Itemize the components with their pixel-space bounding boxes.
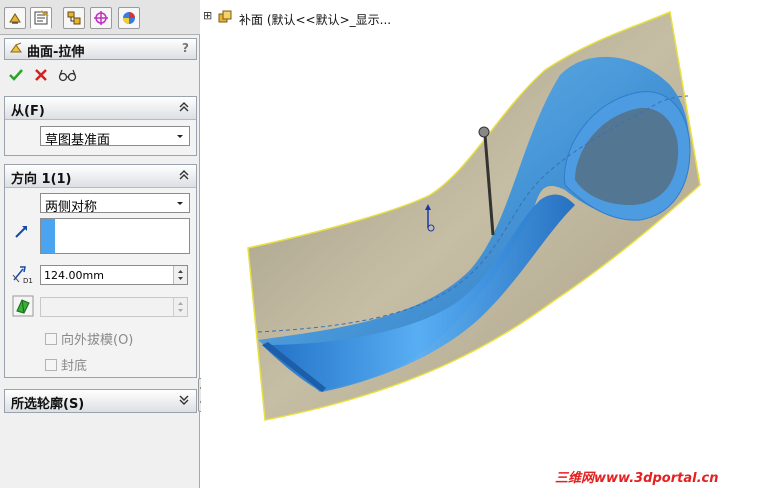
from-section-header[interactable]: 从(F) [5,97,196,120]
draft-angle-spinner[interactable] [173,298,187,316]
graphics-viewport[interactable]: ⊞ 补面 (默认<<默认>_显示... 三维网www.3dportal.cn [201,0,765,488]
end-condition-value: 两侧对称 [45,200,98,215]
configuration-manager-tab[interactable] [63,7,85,29]
chevron-down-icon [177,202,183,205]
action-buttons [6,66,86,86]
ok-check-icon[interactable] [8,67,24,83]
watermark-logo: 三维网www.3dportal.cn [555,471,719,486]
draft-icon[interactable] [12,295,34,317]
cap-end-label: 封底 [61,359,88,374]
dimxpert-tab[interactable] [90,7,112,29]
checkbox-box[interactable] [45,359,57,371]
direction-reference-box[interactable] [40,218,190,254]
svg-text:D1: D1 [23,277,33,285]
collapse-chevron-icon[interactable] [179,170,189,180]
help-button[interactable]: ? [182,41,189,55]
end-condition-dropdown[interactable]: 两侧对称 [40,193,190,215]
extrude-feature-icon [10,42,22,53]
feature-title-bar: 曲面-拉伸 ? [4,38,197,60]
dimxpert-tab-icon [94,11,108,25]
model-graphics[interactable] [201,0,765,488]
preview-glasses-icon[interactable] [58,67,78,83]
depth-value: 124.00mm [44,269,104,282]
selected-contours-header[interactable]: 所选轮廓(S) [5,390,196,412]
from-dropdown-value: 草图基准面 [45,133,111,148]
cap-end-checkbox[interactable]: 封底 [45,355,87,374]
checkbox-box[interactable] [45,333,57,345]
direction-section-header[interactable]: 方向 1(1) [5,165,196,188]
draft-outward-label: 向外拔模(O) [61,333,134,348]
feature-title: 曲面-拉伸 [27,45,85,60]
selected-contours-title: 所选轮廓(S) [11,397,85,412]
spin-arrows-icon [178,270,183,280]
draft-angle-input[interactable] [40,297,188,317]
collapse-chevron-icon[interactable] [179,102,189,112]
property-manager-tab-icon [34,10,49,25]
drag-handle-knob[interactable] [478,126,490,138]
property-manager-tab[interactable] [30,7,52,29]
display-manager-tab[interactable] [118,7,140,29]
direction-section-title: 方向 1(1) [11,172,72,187]
configuration-manager-tab-icon [67,11,81,25]
part-icon [218,10,232,23]
chevron-down-icon [177,135,183,138]
manager-tabs [0,0,200,35]
selection-color-bar [41,219,55,253]
from-dropdown[interactable]: 草图基准面 [40,126,190,148]
depth-input[interactable]: 124.00mm [40,265,188,285]
from-section-title: 从(F) [11,104,45,119]
expand-chevron-icon[interactable] [179,395,189,405]
cancel-x-icon[interactable] [33,67,49,83]
reverse-direction-icon[interactable] [14,223,30,239]
expand-toggle[interactable]: ⊞ [203,9,212,22]
display-manager-tab-icon [123,12,135,24]
direction-section: 方向 1(1) 两侧对称 D1 124.00mm 向外拔模(O) 封底 [4,164,197,378]
selected-contours-section: 所选轮廓(S) [4,389,197,413]
depth-spinner[interactable] [173,266,187,284]
spin-arrows-icon [178,302,183,312]
property-manager-panel: 曲面-拉伸 ? 从(F) 草图基准面 方向 1(1) 两侧对称 D1 124.0… [0,0,206,488]
part-name-label: 补面 (默认<<默认>_显示... [239,13,392,27]
feature-manager-tab[interactable] [4,7,26,29]
draft-outward-checkbox[interactable]: 向外拔模(O) [45,329,133,348]
from-section: 从(F) 草图基准面 [4,96,197,156]
feature-manager-tab-icon [9,13,21,24]
depth-icon: D1 [12,266,33,285]
